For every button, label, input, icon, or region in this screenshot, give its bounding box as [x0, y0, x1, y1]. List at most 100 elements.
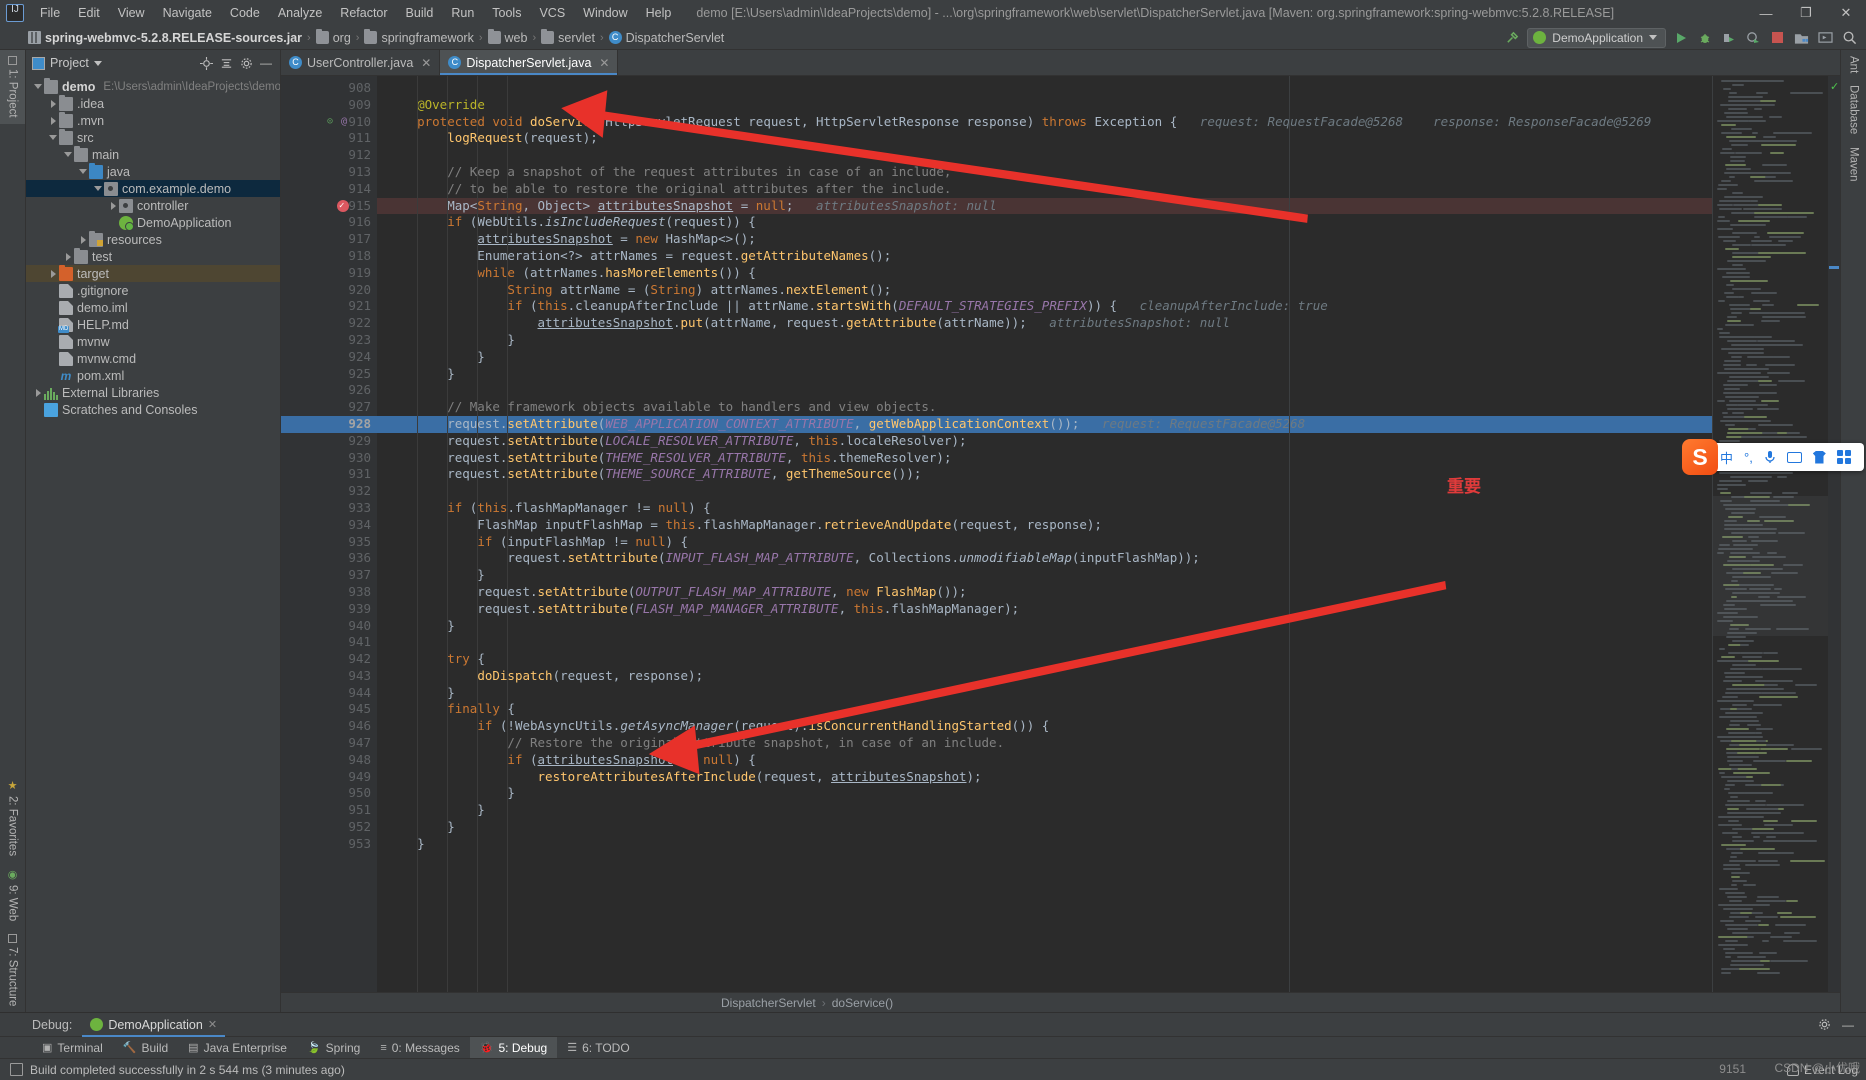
code-line-939[interactable]: request.setAttribute(FLASH_MAP_MANAGER_A… — [377, 601, 1712, 618]
run-icon[interactable] — [1672, 29, 1690, 47]
gutter-line-908[interactable]: 908 — [281, 80, 377, 97]
gutter-line-945[interactable]: 945 — [281, 701, 391, 718]
code-line-911[interactable]: logRequest(request); — [377, 130, 1712, 147]
gutter-line-943[interactable]: 943 — [281, 668, 377, 685]
sidebar-item-ant[interactable]: Ant — [1843, 50, 1865, 79]
close-icon[interactable]: ✕ — [599, 56, 609, 70]
code-line-928[interactable]: request.setAttribute(WEB_APPLICATION_CON… — [377, 415, 1712, 433]
apps-icon[interactable] — [1836, 450, 1851, 464]
menu-item-run[interactable]: Run — [442, 3, 483, 23]
gutter-line-910[interactable]: 910 ⊙ @ — [281, 114, 391, 131]
gutter-line-915[interactable]: 915 — [281, 198, 377, 214]
error-stripe[interactable]: ✓ — [1828, 76, 1840, 992]
code-line-937[interactable]: } — [377, 567, 1712, 584]
editor-tab-dispatcherservlet-java[interactable]: C DispatcherServlet.java ✕ — [440, 50, 619, 75]
menu-item-code[interactable]: Code — [221, 3, 269, 23]
chevron-open-icon[interactable] — [32, 84, 44, 89]
tool-tab-java-enterprise[interactable]: ▤ Java Enterprise — [178, 1037, 297, 1058]
stop-icon[interactable] — [1768, 29, 1786, 47]
gutter-line-922[interactable]: 922 — [281, 315, 377, 332]
gutter-line-947[interactable]: 947 — [281, 735, 377, 752]
debug-session-tab[interactable]: DemoApplication ✕ — [82, 1013, 225, 1037]
ime-mode-chinese[interactable]: 中 — [1720, 448, 1733, 467]
gutter-line-951[interactable]: 951 — [281, 802, 391, 819]
chevron-closed-icon[interactable] — [62, 252, 74, 261]
code-line-918[interactable]: Enumeration<?> attrNames = request.getAt… — [377, 248, 1712, 265]
build-hammer-icon[interactable] — [1503, 29, 1521, 47]
code-line-926[interactable] — [377, 382, 1712, 399]
close-icon[interactable]: ✕ — [208, 1018, 217, 1031]
breadcrumb-item-dispatcherservlet[interactable]: C DispatcherServlet — [608, 31, 724, 45]
gutter-line-914[interactable]: 914 — [281, 181, 391, 198]
tree-node-pom-xml[interactable]: m pom.xml — [26, 367, 280, 384]
tree-node--gitignore[interactable]: .gitignore — [26, 282, 280, 299]
code-minimap[interactable] — [1712, 76, 1828, 992]
close-button[interactable]: ✕ — [1826, 0, 1866, 26]
gutter-line-929[interactable]: 929 — [281, 433, 377, 450]
code-line-945[interactable]: finally { — [377, 701, 1712, 718]
ime-punctuation-icon[interactable]: °, — [1744, 450, 1753, 465]
code-line-942[interactable]: try { — [377, 651, 1712, 668]
project-tree[interactable]: demo E:\Users\admin\IdeaProjects\demo .ide… — [26, 76, 280, 1012]
menu-item-navigate[interactable]: Navigate — [154, 3, 221, 23]
gutter-line-939[interactable]: 939 — [281, 601, 377, 618]
hide-panel-icon[interactable]: — — [1838, 1015, 1858, 1035]
code-line-950[interactable]: } — [377, 785, 1712, 802]
gutter-line-918[interactable]: 918 — [281, 248, 377, 265]
chevron-closed-icon[interactable] — [47, 99, 59, 108]
code-line-949[interactable]: restoreAttributesAfterInclude(request, a… — [377, 769, 1712, 786]
code-line-912[interactable] — [377, 147, 1712, 164]
project-panel-title-group[interactable]: Project — [32, 56, 102, 70]
code-line-910[interactable]: protected void doService(HttpServletRequ… — [377, 114, 1712, 131]
breadcrumb-class[interactable]: DispatcherServlet — [721, 996, 816, 1010]
sidebar-item-project[interactable]: 1: Project — [0, 50, 25, 124]
gutter-line-927[interactable]: 927 — [281, 399, 377, 416]
tree-node-mvnw-cmd[interactable]: mvnw.cmd — [26, 350, 280, 367]
gutter-line-942[interactable]: 942 — [281, 651, 391, 668]
gutter-line-909[interactable]: 909 — [281, 97, 377, 114]
gutter-line-950[interactable]: 950 — [281, 785, 391, 802]
tree-node-mvnw[interactable]: mvnw — [26, 333, 280, 350]
code-line-948[interactable]: if (attributesSnapshot != null) { — [377, 752, 1712, 769]
tree-node-java[interactable]: java — [26, 163, 280, 180]
gutter-line-944[interactable]: 944 — [281, 685, 391, 702]
code-line-953[interactable]: } — [377, 836, 1712, 853]
settings-gear-icon[interactable] — [236, 53, 256, 73]
breadcrumb-item-servlet[interactable]: servlet — [541, 29, 595, 45]
tree-node-test[interactable]: test — [26, 248, 280, 265]
chevron-open-icon[interactable] — [92, 186, 104, 191]
breadcrumb-item-web[interactable]: web — [487, 29, 527, 45]
code-line-927[interactable]: // Make framework objects available to h… — [377, 399, 1712, 416]
tree-node-demo[interactable]: demo E:\Users\admin\IdeaProjects\demo — [26, 78, 280, 95]
chevron-open-icon[interactable] — [77, 169, 89, 174]
breadcrumb-method[interactable]: doService() — [832, 996, 893, 1010]
tree-node-src[interactable]: src — [26, 129, 280, 146]
gutter-line-911[interactable]: 911 — [281, 130, 377, 147]
chevron-closed-icon[interactable] — [47, 116, 59, 125]
locate-icon[interactable] — [196, 53, 216, 73]
code-pane[interactable]: @Override protected void doService(HttpS… — [377, 76, 1712, 992]
menu-item-build[interactable]: Build — [397, 3, 443, 23]
code-line-951[interactable]: } — [377, 802, 1712, 819]
minimap-viewport[interactable] — [1713, 496, 1828, 636]
gutter-line-926[interactable]: 926 — [281, 382, 377, 399]
sidebar-item-database[interactable]: Database — [1843, 79, 1865, 140]
run-configuration-selector[interactable]: DemoApplication — [1527, 27, 1666, 48]
select-target-icon[interactable] — [1816, 29, 1834, 47]
code-line-925[interactable]: } — [377, 366, 1712, 383]
search-everywhere-icon[interactable] — [1840, 29, 1858, 47]
code-line-934[interactable]: FlashMap inputFlashMap = this.flashMapMa… — [377, 517, 1712, 534]
gutter-line-946[interactable]: 946 — [281, 718, 391, 735]
gutter-line-919[interactable]: 919 — [281, 265, 391, 282]
code-line-908[interactable] — [377, 80, 1712, 97]
tree-node-main[interactable]: main — [26, 146, 280, 163]
editor-tab-bar[interactable]: C UserController.java ✕ C DispatcherServlet.… — [281, 50, 1840, 76]
code-line-917[interactable]: attributesSnapshot = new HashMap<>(); — [377, 231, 1712, 248]
code-line-920[interactable]: String attrName = (String) attrNames.nex… — [377, 282, 1712, 299]
gutter-line-933[interactable]: 933 — [281, 500, 391, 517]
code-line-932[interactable] — [377, 483, 1712, 500]
menu-item-window[interactable]: Window — [574, 3, 636, 23]
menu-item-view[interactable]: View — [109, 3, 154, 23]
gutter-line-949[interactable]: 949 — [281, 769, 377, 786]
tree-node-external-libraries[interactable]: External Libraries — [26, 384, 280, 401]
